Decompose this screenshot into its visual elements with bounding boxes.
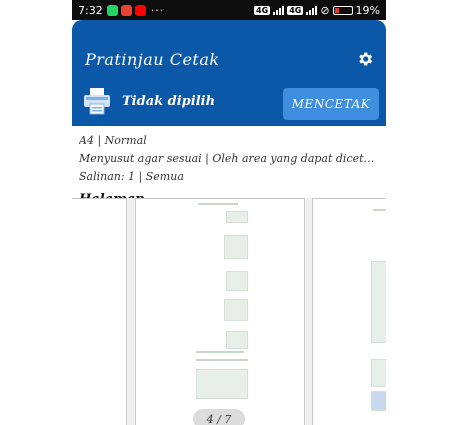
thumb-block	[226, 211, 248, 223]
printer-name: Tidak dipilih	[122, 94, 216, 109]
hotspot-icon: ⊘	[320, 3, 330, 17]
print-settings-summary[interactable]: A4 | Normal Menyusut agar sesuai | Oleh …	[72, 126, 386, 186]
thumb-block	[371, 359, 386, 387]
page-counter: 4 / 7	[193, 409, 245, 425]
paper-size-text: A4 | Normal	[79, 134, 147, 147]
gmail-icon	[120, 4, 132, 16]
thumb-line	[373, 209, 386, 211]
thumb-line	[196, 351, 244, 353]
signal-bars-2	[306, 5, 318, 15]
printer-icon	[84, 88, 110, 115]
thumb-block	[371, 391, 386, 411]
print-button[interactable]: MENCETAK	[283, 88, 379, 120]
thumb-block	[224, 235, 248, 259]
status-right: 4G 4G ⊘ 19%	[254, 4, 380, 17]
phone-screen: 7:32 ··· 4G 4G ⊘ 19% Pratinjau Cetak Tid…	[72, 0, 386, 425]
right-margin	[386, 0, 458, 425]
youtube-icon	[134, 4, 146, 16]
battery-percent: 19%	[355, 3, 380, 17]
page-thumbnail-current[interactable]	[135, 198, 305, 425]
thumb-block	[226, 271, 248, 291]
status-time: 7:32	[78, 3, 103, 17]
thumb-block	[196, 369, 248, 399]
network-type-2: 4G	[287, 5, 304, 15]
whatsapp-icon	[106, 4, 118, 16]
page-preview-strip[interactable]: 4 / 7	[72, 198, 386, 425]
page-title: Pratinjau Cetak	[85, 50, 220, 69]
thumb-block	[224, 299, 248, 321]
status-bar: 7:32 ··· 4G 4G ⊘ 19%	[72, 0, 386, 20]
copies-text: Salinan: 1 | Semua	[79, 170, 184, 183]
thumb-block	[226, 331, 248, 349]
signal-bars-1	[273, 5, 285, 15]
more-notifications: ···	[150, 3, 165, 17]
scaling-text: Menyusut agar sesuai | Oleh area yang da…	[79, 152, 379, 165]
thumb-line	[196, 359, 248, 361]
left-margin	[0, 0, 72, 425]
app-bar: Pratinjau Cetak Tidak dipilih MENCETAK	[72, 20, 386, 120]
thumb-line	[198, 203, 238, 205]
page-thumbnail-next[interactable]	[312, 198, 386, 425]
thumb-block	[371, 261, 386, 343]
network-type-1: 4G	[254, 5, 271, 15]
page-thumbnail-prev[interactable]	[72, 198, 127, 425]
battery-icon	[332, 5, 353, 15]
gear-icon[interactable]	[356, 50, 374, 68]
